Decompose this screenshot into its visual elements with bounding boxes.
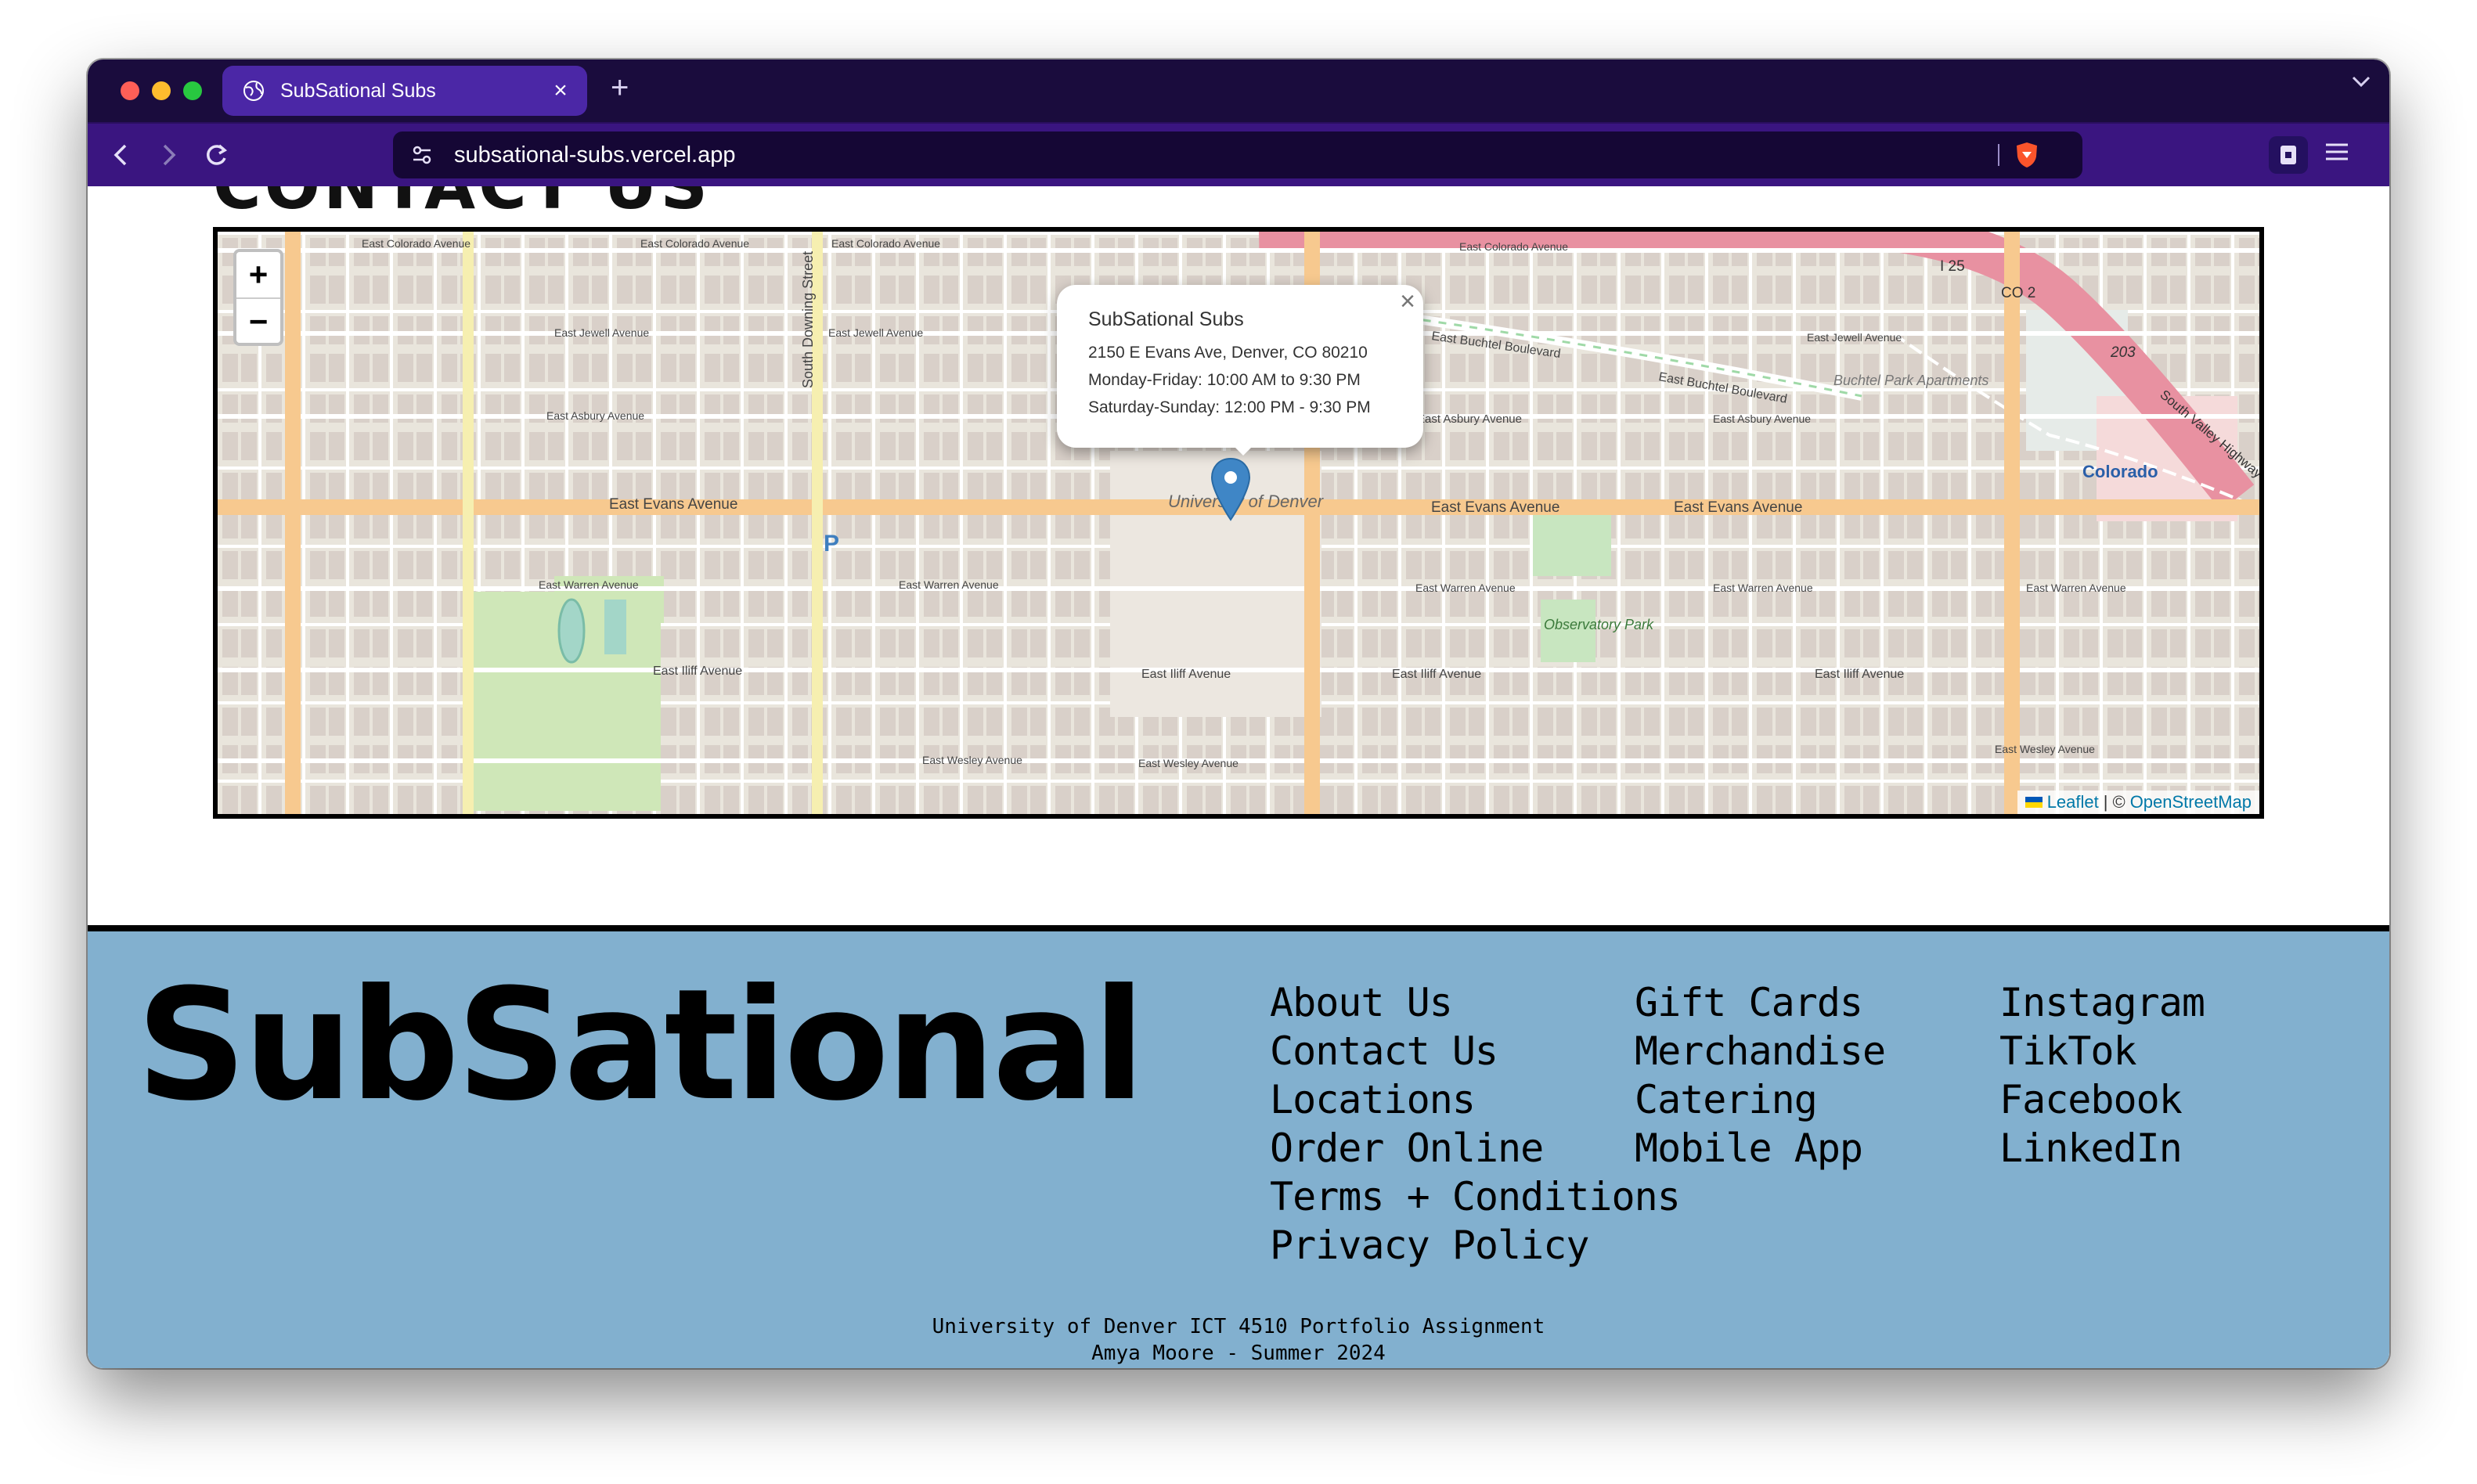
- footer-link-mobile-app[interactable]: Mobile App: [1635, 1124, 1885, 1172]
- footer-links-social: Instagram TikTok Facebook LinkedIn: [1999, 978, 2205, 1172]
- popup-title: SubSational Subs: [1088, 308, 1244, 330]
- map-label: East Wesley Avenue: [1995, 743, 2095, 755]
- copyright-symbol: ©: [2112, 792, 2125, 812]
- map-label: East Jewell Avenue: [1807, 331, 1902, 344]
- footer-link-catering[interactable]: Catering: [1635, 1075, 1885, 1124]
- browser-toolbar: subsational-subs.vercel.app: [88, 122, 2389, 186]
- map-label: East Iliff Avenue: [653, 665, 742, 678]
- site-footer: SubSational About Us Contact Us Location…: [88, 925, 2389, 1368]
- credit-line-2: Amya Moore - Summer 2024: [1091, 1342, 1386, 1365]
- osm-link[interactable]: OpenStreetMap: [2130, 792, 2252, 812]
- map-label: East Iliff Avenue: [1392, 668, 1481, 681]
- map-label: East Warren Avenue: [1713, 582, 1813, 594]
- map-label: East Jewell Avenue: [554, 326, 649, 339]
- footer-credits: University of Denver ICT 4510 Portfolio …: [88, 1313, 2389, 1367]
- footer-link-about-us[interactable]: About Us: [1270, 978, 1680, 1027]
- maximize-window-button[interactable]: [183, 81, 202, 100]
- footer-link-order-online[interactable]: Order Online: [1270, 1124, 1680, 1172]
- map-label: East Jewell Avenue: [828, 326, 923, 339]
- close-icon[interactable]: ×: [1400, 286, 1415, 317]
- forward-icon[interactable]: [157, 139, 180, 171]
- back-icon[interactable]: [110, 139, 133, 171]
- zoom-control: + −: [233, 249, 283, 346]
- footer-links-company: About Us Contact Us Locations Order Onli…: [1270, 978, 1681, 1270]
- map-label: I 25: [1940, 258, 1965, 275]
- popup-hours-weekday: Monday-Friday: 10:00 AM to 9:30 PM: [1088, 371, 1361, 389]
- tab-subsational[interactable]: SubSational Subs ×: [222, 66, 587, 116]
- map-label: East Wesley Avenue: [922, 754, 1022, 766]
- map-label: East Asbury Avenue: [1713, 412, 1811, 425]
- site-info-icon[interactable]: [410, 143, 434, 167]
- map-label: East Iliff Avenue: [1141, 668, 1231, 681]
- footer-link-facebook[interactable]: Facebook: [1999, 1075, 2205, 1124]
- popup-tip: [1226, 438, 1260, 456]
- minimize-window-button[interactable]: [152, 81, 171, 100]
- map-marker-icon[interactable]: [1209, 457, 1253, 521]
- footer-link-tiktok[interactable]: TikTok: [1999, 1027, 2205, 1075]
- footer-link-locations[interactable]: Locations: [1270, 1075, 1680, 1124]
- map-label: East Colorado Avenue: [831, 237, 940, 250]
- popup-address: 2150 E Evans Ave, Denver, CO 80210: [1088, 344, 1368, 362]
- menu-icon[interactable]: [2324, 136, 2350, 167]
- footer-link-merchandise[interactable]: Merchandise: [1635, 1027, 1886, 1075]
- zoom-in-button[interactable]: +: [236, 252, 280, 297]
- brave-shield-icon[interactable]: [2014, 141, 2040, 169]
- map-attribution: Leaflet | © OpenStreetMap: [2017, 791, 2259, 814]
- url-divider: [1998, 144, 1999, 166]
- map-label: East Colorado Avenue: [1459, 240, 1568, 253]
- map-label: East Warren Avenue: [1415, 582, 1516, 594]
- footer-link-gift-cards[interactable]: Gift Cards: [1635, 978, 1885, 1027]
- tab-bar: SubSational Subs × +: [88, 59, 2389, 122]
- tab-title: SubSational Subs: [280, 79, 436, 102]
- browser-window: SubSational Subs × + subsational-subs.ve…: [88, 59, 2389, 1368]
- leaflet-link[interactable]: Leaflet: [2047, 792, 2099, 812]
- address-bar[interactable]: subsational-subs.vercel.app: [393, 131, 2082, 178]
- page-content: CONTACT US: [88, 186, 2389, 1368]
- map-label: East Warren Avenue: [2026, 582, 2126, 594]
- map-label: Observatory Park: [1544, 617, 1654, 632]
- parking-label: P: [824, 531, 839, 556]
- map-label: East Evans Avenue: [609, 496, 737, 513]
- map-label: East Iliff Avenue: [1815, 668, 1904, 681]
- map-label: South Downing Street: [800, 251, 816, 388]
- footer-link-contact-us[interactable]: Contact Us: [1270, 1027, 1680, 1075]
- map-label: East Colorado Avenue: [362, 237, 471, 250]
- map-label: East Asbury Avenue: [546, 409, 644, 422]
- zoom-out-button[interactable]: −: [236, 297, 280, 343]
- footer-brand: SubSational: [136, 956, 1145, 1135]
- footer-link-linkedin[interactable]: LinkedIn: [1999, 1124, 2205, 1172]
- footer-links-shop: Gift Cards Merchandise Catering Mobile A…: [1635, 978, 1886, 1172]
- footer-link-instagram[interactable]: Instagram: [1999, 978, 2205, 1027]
- globe-icon: [243, 81, 264, 101]
- wallet-icon[interactable]: [2269, 136, 2308, 174]
- footer-link-terms[interactable]: Terms + Conditions: [1270, 1172, 1681, 1221]
- map-label: East Evans Avenue: [1674, 499, 1802, 516]
- map-label: East Evans Avenue: [1431, 499, 1559, 516]
- map-label: East Wesley Avenue: [1138, 757, 1238, 769]
- reload-icon[interactable]: [202, 139, 230, 171]
- map-label: East Colorado Avenue: [640, 237, 749, 250]
- section-heading: CONTACT US: [213, 186, 711, 224]
- attribution-separator: |: [2103, 792, 2108, 812]
- ukraine-flag-icon: [2025, 797, 2043, 808]
- map-label: CO 2: [2001, 285, 2035, 301]
- close-window-button[interactable]: [121, 81, 139, 100]
- url-text: subsational-subs.vercel.app: [454, 142, 736, 167]
- map-container[interactable]: East Evans Avenue East Evans Avenue East…: [213, 227, 2264, 819]
- map-label: Buchtel Park Apartments: [1833, 373, 1988, 388]
- map-label: East Warren Avenue: [899, 578, 999, 591]
- chevron-down-icon[interactable]: [2350, 74, 2372, 89]
- map-label: Colorado: [2082, 462, 2158, 481]
- map-label: 203: [2110, 344, 2136, 361]
- location-popup: × SubSational Subs 2150 E Evans Ave, Den…: [1057, 285, 1423, 448]
- close-icon[interactable]: ×: [545, 77, 576, 104]
- popup-hours-weekend: Saturday-Sunday: 12:00 PM - 9:30 PM: [1088, 398, 1371, 416]
- map-label: East Warren Avenue: [539, 578, 639, 591]
- credit-line-1: University of Denver ICT 4510 Portfolio …: [932, 1315, 1545, 1338]
- plus-icon[interactable]: +: [611, 70, 629, 106]
- map-label: East Asbury Avenue: [1417, 412, 1522, 426]
- footer-link-privacy[interactable]: Privacy Policy: [1270, 1221, 1680, 1270]
